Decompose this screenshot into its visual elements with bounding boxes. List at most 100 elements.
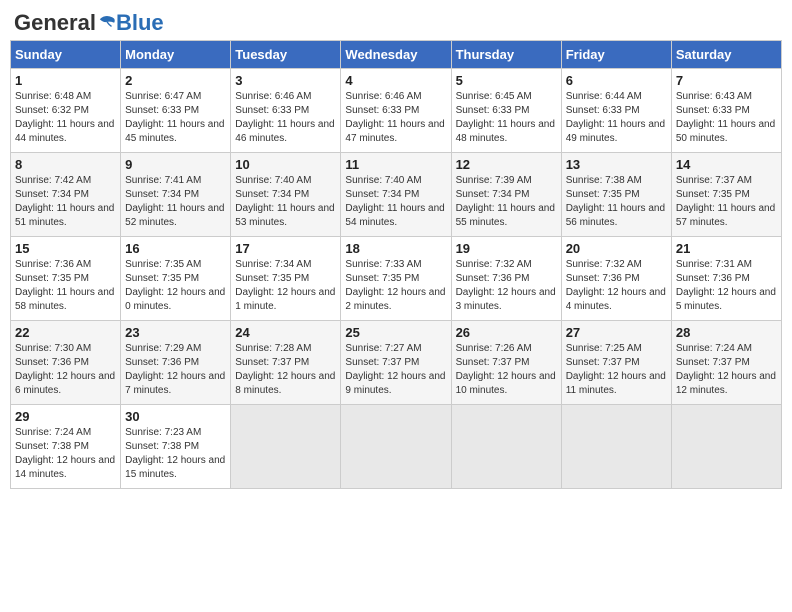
day-cell-8: 8 Sunrise: 7:42 AMSunset: 7:34 PMDayligh… [11,153,121,237]
day-cell-3: 3 Sunrise: 6:46 AMSunset: 6:33 PMDayligh… [231,69,341,153]
day-info: Sunrise: 7:32 AMSunset: 7:36 PMDaylight:… [456,258,557,314]
day-cell-20: 20 Sunrise: 7:32 AMSunset: 7:36 PMDaylig… [561,237,671,321]
day-cell-18: 18 Sunrise: 7:33 AMSunset: 7:35 PMDaylig… [341,237,451,321]
day-number: 22 [15,325,116,340]
day-number: 14 [676,157,777,172]
day-info: Sunrise: 6:47 AMSunset: 6:33 PMDaylight:… [125,90,226,146]
day-cell-26: 26 Sunrise: 7:26 AMSunset: 7:37 PMDaylig… [451,321,561,405]
logo-general-text: General [14,10,96,36]
day-cell-30: 30 Sunrise: 7:23 AMSunset: 7:38 PMDaylig… [121,405,231,489]
day-number: 9 [125,157,226,172]
day-info: Sunrise: 7:30 AMSunset: 7:36 PMDaylight:… [15,342,116,398]
day-number: 29 [15,409,116,424]
day-number: 26 [456,325,557,340]
calendar-table: SundayMondayTuesdayWednesdayThursdayFrid… [10,40,782,489]
day-cell-5: 5 Sunrise: 6:45 AMSunset: 6:33 PMDayligh… [451,69,561,153]
day-number: 25 [345,325,446,340]
day-cell-28: 28 Sunrise: 7:24 AMSunset: 7:37 PMDaylig… [671,321,781,405]
day-cell-24: 24 Sunrise: 7:28 AMSunset: 7:37 PMDaylig… [231,321,341,405]
day-number: 11 [345,157,446,172]
day-info: Sunrise: 7:37 AMSunset: 7:35 PMDaylight:… [676,174,777,230]
logo-bird-icon [98,12,116,30]
day-number: 23 [125,325,226,340]
day-cell-14: 14 Sunrise: 7:37 AMSunset: 7:35 PMDaylig… [671,153,781,237]
day-info: Sunrise: 7:29 AMSunset: 7:36 PMDaylight:… [125,342,226,398]
week-row-4: 22 Sunrise: 7:30 AMSunset: 7:36 PMDaylig… [11,321,782,405]
day-cell-27: 27 Sunrise: 7:25 AMSunset: 7:37 PMDaylig… [561,321,671,405]
day-cell-11: 11 Sunrise: 7:40 AMSunset: 7:34 PMDaylig… [341,153,451,237]
day-number: 13 [566,157,667,172]
day-info: Sunrise: 7:27 AMSunset: 7:37 PMDaylight:… [345,342,446,398]
day-info: Sunrise: 7:39 AMSunset: 7:34 PMDaylight:… [456,174,557,230]
day-number: 1 [15,73,116,88]
day-number: 28 [676,325,777,340]
day-number: 4 [345,73,446,88]
day-info: Sunrise: 6:44 AMSunset: 6:33 PMDaylight:… [566,90,667,146]
empty-cell [671,405,781,489]
weekday-header-sunday: Sunday [11,41,121,69]
day-info: Sunrise: 7:25 AMSunset: 7:37 PMDaylight:… [566,342,667,398]
day-cell-25: 25 Sunrise: 7:27 AMSunset: 7:37 PMDaylig… [341,321,451,405]
day-cell-1: 1 Sunrise: 6:48 AMSunset: 6:32 PMDayligh… [11,69,121,153]
day-cell-22: 22 Sunrise: 7:30 AMSunset: 7:36 PMDaylig… [11,321,121,405]
day-info: Sunrise: 7:33 AMSunset: 7:35 PMDaylight:… [345,258,446,314]
day-number: 17 [235,241,336,256]
day-number: 5 [456,73,557,88]
day-number: 3 [235,73,336,88]
day-number: 30 [125,409,226,424]
day-number: 24 [235,325,336,340]
day-cell-17: 17 Sunrise: 7:34 AMSunset: 7:35 PMDaylig… [231,237,341,321]
day-info: Sunrise: 7:35 AMSunset: 7:35 PMDaylight:… [125,258,226,314]
weekday-header-friday: Friday [561,41,671,69]
empty-cell [231,405,341,489]
day-info: Sunrise: 7:24 AMSunset: 7:38 PMDaylight:… [15,426,116,482]
day-number: 2 [125,73,226,88]
weekday-header-row: SundayMondayTuesdayWednesdayThursdayFrid… [11,41,782,69]
day-info: Sunrise: 7:42 AMSunset: 7:34 PMDaylight:… [15,174,116,230]
day-info: Sunrise: 7:31 AMSunset: 7:36 PMDaylight:… [676,258,777,314]
day-info: Sunrise: 7:40 AMSunset: 7:34 PMDaylight:… [345,174,446,230]
day-cell-4: 4 Sunrise: 6:46 AMSunset: 6:33 PMDayligh… [341,69,451,153]
empty-cell [561,405,671,489]
day-cell-13: 13 Sunrise: 7:38 AMSunset: 7:35 PMDaylig… [561,153,671,237]
day-info: Sunrise: 7:24 AMSunset: 7:37 PMDaylight:… [676,342,777,398]
day-info: Sunrise: 7:23 AMSunset: 7:38 PMDaylight:… [125,426,226,482]
day-info: Sunrise: 7:40 AMSunset: 7:34 PMDaylight:… [235,174,336,230]
logo-blue-text: Blue [116,10,164,36]
day-cell-12: 12 Sunrise: 7:39 AMSunset: 7:34 PMDaylig… [451,153,561,237]
day-cell-16: 16 Sunrise: 7:35 AMSunset: 7:35 PMDaylig… [121,237,231,321]
day-cell-19: 19 Sunrise: 7:32 AMSunset: 7:36 PMDaylig… [451,237,561,321]
day-number: 16 [125,241,226,256]
day-number: 18 [345,241,446,256]
day-number: 19 [456,241,557,256]
logo: General Blue [14,10,164,36]
empty-cell [341,405,451,489]
day-cell-15: 15 Sunrise: 7:36 AMSunset: 7:35 PMDaylig… [11,237,121,321]
weekday-header-thursday: Thursday [451,41,561,69]
day-cell-7: 7 Sunrise: 6:43 AMSunset: 6:33 PMDayligh… [671,69,781,153]
day-info: Sunrise: 7:36 AMSunset: 7:35 PMDaylight:… [15,258,116,314]
week-row-3: 15 Sunrise: 7:36 AMSunset: 7:35 PMDaylig… [11,237,782,321]
day-number: 7 [676,73,777,88]
week-row-2: 8 Sunrise: 7:42 AMSunset: 7:34 PMDayligh… [11,153,782,237]
day-number: 10 [235,157,336,172]
day-number: 12 [456,157,557,172]
day-number: 6 [566,73,667,88]
week-row-5: 29 Sunrise: 7:24 AMSunset: 7:38 PMDaylig… [11,405,782,489]
day-info: Sunrise: 6:43 AMSunset: 6:33 PMDaylight:… [676,90,777,146]
weekday-header-tuesday: Tuesday [231,41,341,69]
day-cell-6: 6 Sunrise: 6:44 AMSunset: 6:33 PMDayligh… [561,69,671,153]
day-info: Sunrise: 7:26 AMSunset: 7:37 PMDaylight:… [456,342,557,398]
day-info: Sunrise: 6:46 AMSunset: 6:33 PMDaylight:… [345,90,446,146]
day-cell-29: 29 Sunrise: 7:24 AMSunset: 7:38 PMDaylig… [11,405,121,489]
day-cell-21: 21 Sunrise: 7:31 AMSunset: 7:36 PMDaylig… [671,237,781,321]
day-cell-9: 9 Sunrise: 7:41 AMSunset: 7:34 PMDayligh… [121,153,231,237]
empty-cell [451,405,561,489]
day-number: 27 [566,325,667,340]
day-cell-23: 23 Sunrise: 7:29 AMSunset: 7:36 PMDaylig… [121,321,231,405]
day-info: Sunrise: 6:48 AMSunset: 6:32 PMDaylight:… [15,90,116,146]
day-number: 8 [15,157,116,172]
day-number: 21 [676,241,777,256]
day-info: Sunrise: 7:41 AMSunset: 7:34 PMDaylight:… [125,174,226,230]
day-number: 20 [566,241,667,256]
